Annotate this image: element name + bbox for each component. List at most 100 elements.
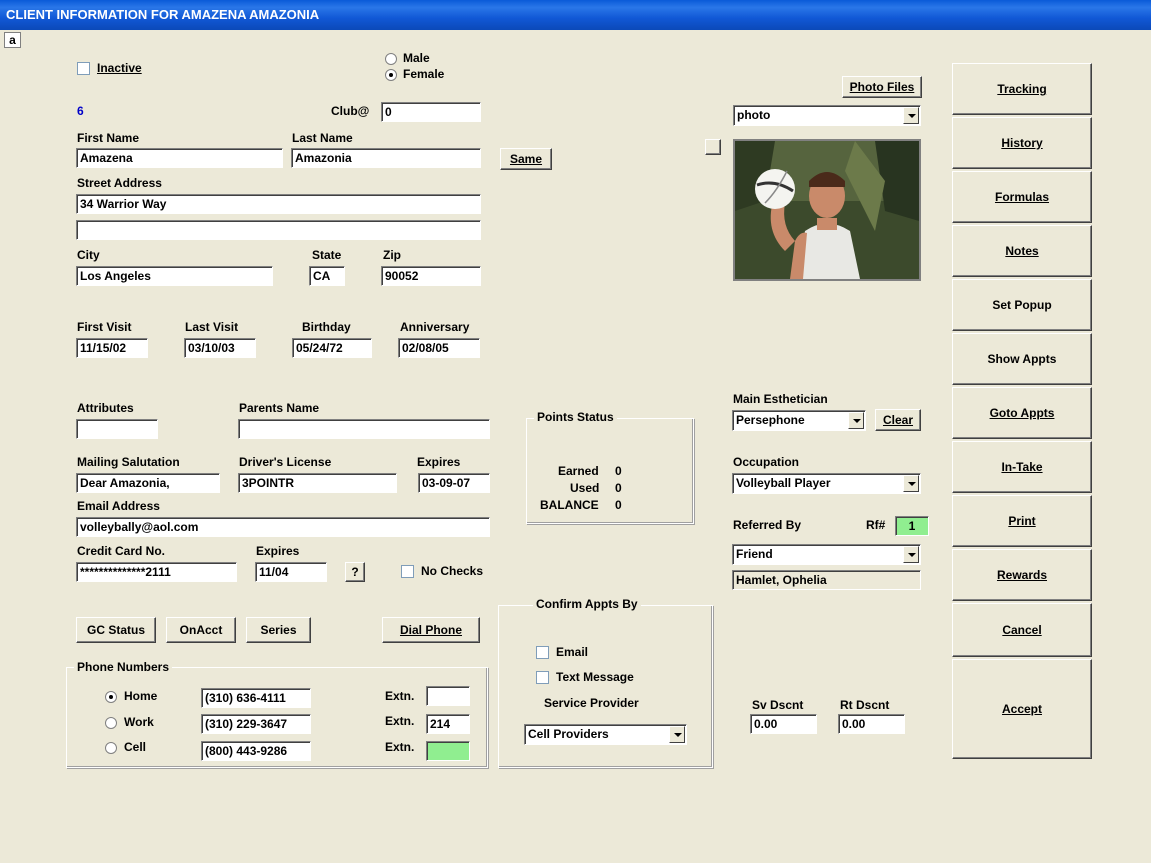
street2-field[interactable] [76, 220, 481, 240]
license-expires-field[interactable]: 03-09-07 [418, 473, 490, 493]
last-name-label: Last Name [292, 131, 353, 145]
zip-field[interactable]: 90052 [381, 266, 481, 286]
photo-select[interactable]: photo [733, 105, 921, 126]
confirm-email-checkbox[interactable] [536, 646, 549, 659]
referred-select[interactable]: Friend [732, 544, 921, 565]
history-button[interactable]: History [952, 117, 1092, 169]
first-visit-label: First Visit [77, 320, 132, 334]
salutation-field[interactable]: Dear Amazonia, [76, 473, 220, 493]
anniversary-field[interactable]: 02/08/05 [398, 338, 480, 358]
show-appts-button[interactable]: Show Appts [952, 333, 1092, 385]
last-visit-label: Last Visit [185, 320, 239, 334]
cancel-button[interactable]: Cancel [952, 603, 1092, 657]
dial-phone-label: Dial Phone [399, 623, 462, 637]
referred-label: Referred By [733, 518, 802, 532]
rf-field[interactable]: 1 [895, 516, 929, 536]
phone-cell-extn-field[interactable] [426, 741, 470, 761]
phone-work-radio[interactable] [105, 717, 117, 729]
phone-cell-radio[interactable] [105, 742, 117, 754]
sv-dscnt-field[interactable]: 0.00 [750, 714, 817, 734]
parents-label: Parents Name [239, 401, 320, 415]
no-checks-checkbox[interactable] [401, 565, 414, 578]
tracking-button[interactable]: Tracking [952, 63, 1092, 115]
service-provider-select[interactable]: Cell Providers [524, 724, 687, 745]
gender-male-radio[interactable] [385, 53, 397, 65]
phone-cell-field[interactable]: (800) 443-9286 [201, 741, 311, 761]
tracking-label: Tracking [997, 82, 1047, 96]
clear-button-label: Clear [882, 413, 914, 427]
inactive-checkbox[interactable] [77, 62, 90, 75]
occupation-value: Volleyball Player [736, 476, 831, 490]
license-field[interactable]: 3POINTR [238, 473, 397, 493]
city-field[interactable]: Los Angeles [76, 266, 273, 286]
last-name-field[interactable]: Amazonia [291, 148, 481, 168]
phone-home-field[interactable]: (310) 636-4111 [201, 688, 311, 708]
set-popup-button[interactable]: Set Popup [952, 279, 1092, 331]
goto-appts-button[interactable]: Goto Appts [952, 387, 1092, 439]
occupation-select[interactable]: Volleyball Player [732, 473, 921, 494]
referred-name-field: Hamlet, Ophelia [732, 570, 921, 590]
formulas-button[interactable]: Formulas [952, 171, 1092, 223]
phone-work-label: Work [124, 715, 154, 729]
phone-home-extn-field[interactable] [426, 686, 470, 706]
salutation-label: Mailing Salutation [77, 455, 180, 469]
series-button[interactable]: Series [246, 617, 311, 643]
window-title: CLIENT INFORMATION FOR AMAZENA AMAZONIA [0, 0, 1151, 30]
tab-a[interactable]: a [4, 32, 21, 48]
history-label: History [1001, 136, 1043, 150]
gender-female-label: Female [403, 67, 445, 81]
gc-status-button[interactable]: GC Status [76, 617, 156, 643]
print-button[interactable]: Print [952, 495, 1092, 547]
first-name-field[interactable]: Amazena [76, 148, 283, 168]
same-button[interactable]: Same [500, 148, 552, 170]
in-take-label: In-Take [1001, 460, 1043, 474]
gender-female-radio[interactable] [385, 69, 397, 81]
help-button[interactable]: ? [345, 562, 365, 582]
accept-label: Accept [1001, 702, 1042, 716]
in-take-button[interactable]: In-Take [952, 441, 1092, 493]
chevron-down-icon[interactable] [903, 546, 919, 563]
confirm-text-checkbox[interactable] [536, 671, 549, 684]
email-field[interactable]: volleybally@aol.com [76, 517, 490, 537]
phone-work-extn-field[interactable]: 214 [426, 714, 470, 734]
first-visit-field[interactable]: 11/15/02 [76, 338, 148, 358]
goto-appts-label: Goto Appts [989, 406, 1055, 420]
street1-field[interactable]: 34 Warrior Way [76, 194, 481, 214]
last-visit-field[interactable]: 03/10/03 [184, 338, 256, 358]
accept-button[interactable]: Accept [952, 659, 1092, 759]
attributes-field[interactable] [76, 419, 158, 439]
clear-button[interactable]: Clear [875, 409, 921, 431]
phone-work-field[interactable]: (310) 229-3647 [201, 714, 311, 734]
notes-button[interactable]: Notes [952, 225, 1092, 277]
rf-label: Rf# [866, 518, 886, 532]
gc-status-label: GC Status [86, 623, 145, 637]
club-field[interactable]: 0 [381, 102, 481, 122]
chevron-down-icon[interactable] [903, 475, 919, 492]
dial-phone-button[interactable]: Dial Phone [382, 617, 480, 643]
rewards-button[interactable]: Rewards [952, 549, 1092, 601]
cc-field[interactable]: **************2111 [76, 562, 237, 582]
license-expires-label: Expires [417, 455, 461, 469]
confirm-text-label: Text Message [556, 670, 634, 684]
gender-male-label: Male [403, 51, 430, 65]
sv-dscnt-label: Sv Dscnt [752, 698, 804, 712]
rt-dscnt-label: Rt Dscnt [840, 698, 890, 712]
phone-cell-label: Cell [124, 740, 147, 754]
rt-dscnt-field[interactable]: 0.00 [838, 714, 905, 734]
birthday-field[interactable]: 05/24/72 [292, 338, 372, 358]
state-field[interactable]: CA [309, 266, 345, 286]
chevron-down-icon[interactable] [848, 412, 864, 429]
cc-expires-field[interactable]: 11/04 [255, 562, 327, 582]
parents-field[interactable] [238, 419, 490, 439]
photo-toggle-button[interactable] [705, 139, 721, 155]
cc-expires-label: Expires [256, 544, 300, 558]
chevron-down-icon[interactable] [669, 726, 685, 743]
chevron-down-icon[interactable] [903, 107, 919, 124]
phone-home-radio[interactable] [105, 691, 117, 703]
esthetician-value: Persephone [736, 413, 805, 427]
cancel-label: Cancel [1002, 623, 1042, 637]
photo-files-button[interactable]: Photo Files [842, 76, 922, 98]
street-label: Street Address [77, 176, 162, 190]
esthetician-select[interactable]: Persephone [732, 410, 866, 431]
onacct-button[interactable]: OnAcct [166, 617, 236, 643]
